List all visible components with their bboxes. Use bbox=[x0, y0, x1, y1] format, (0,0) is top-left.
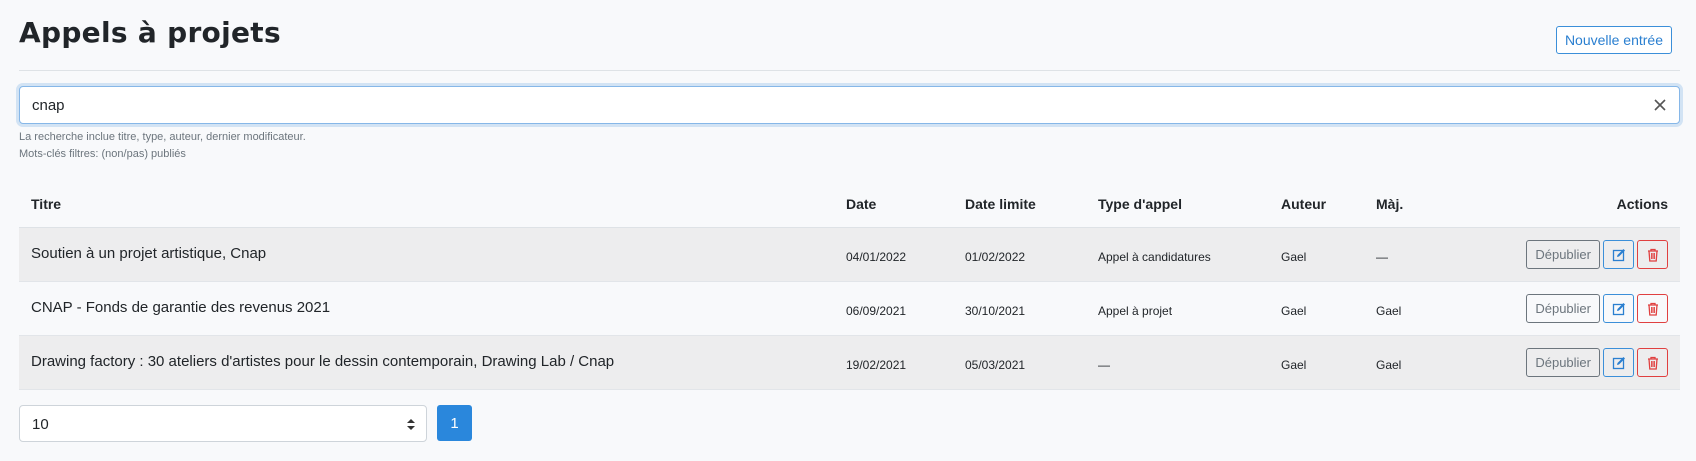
row-actions: Dépublier bbox=[1526, 240, 1668, 270]
new-entry-button[interactable]: Nouvelle entrée bbox=[1555, 26, 1672, 54]
column-deadline[interactable]: Date limite bbox=[965, 196, 1036, 212]
page-title: Appels à projets bbox=[19, 16, 281, 49]
column-title[interactable]: Titre bbox=[31, 196, 61, 212]
row-title: Soutien à un projet artistique, Cnap bbox=[31, 245, 267, 262]
filter-keywords-help: Mots-clés filtres: (non/pas) publiés bbox=[19, 148, 186, 160]
table-row: Drawing factory : 30 ateliers d'artistes… bbox=[19, 336, 1680, 390]
row-author: Gael bbox=[1281, 357, 1307, 372]
row-deadline: 05/03/2021 bbox=[965, 357, 1026, 372]
unpublish-button[interactable]: Dépublier bbox=[1526, 240, 1600, 269]
table-row: CNAP - Fonds de garantie des revenus 202… bbox=[19, 282, 1680, 336]
column-maj[interactable]: Màj. bbox=[1376, 196, 1403, 212]
row-type: Appel à projet bbox=[1098, 303, 1173, 318]
delete-button[interactable] bbox=[1637, 348, 1668, 377]
per-page-value: 10 bbox=[32, 416, 49, 433]
row-deadline: 01/02/2022 bbox=[965, 249, 1026, 264]
select-arrows-icon bbox=[407, 419, 415, 430]
row-type: Appel à candidatures bbox=[1098, 249, 1211, 264]
trash-icon bbox=[1647, 356, 1658, 370]
search-box bbox=[19, 86, 1680, 124]
unpublish-button[interactable]: Dépublier bbox=[1526, 348, 1600, 377]
row-author: Gael bbox=[1281, 249, 1307, 264]
column-author[interactable]: Auteur bbox=[1281, 196, 1326, 212]
search-input[interactable] bbox=[20, 87, 1679, 123]
calls-table: Titre Date Date limite Type d'appel Aute… bbox=[19, 182, 1680, 390]
row-deadline: 30/10/2021 bbox=[965, 303, 1026, 318]
unpublish-button[interactable]: Dépublier bbox=[1526, 294, 1600, 323]
row-maj: — bbox=[1376, 249, 1388, 264]
row-date: 19/02/2021 bbox=[846, 357, 907, 372]
trash-icon bbox=[1647, 248, 1658, 262]
edit-button[interactable] bbox=[1603, 294, 1634, 323]
delete-button[interactable] bbox=[1637, 294, 1668, 323]
page-header: Appels à projets Nouvelle entrée bbox=[19, 0, 1680, 71]
edit-icon bbox=[1612, 302, 1625, 315]
column-actions: Actions bbox=[1616, 196, 1668, 212]
per-page-select[interactable]: 10 bbox=[19, 405, 427, 442]
row-actions: Dépublier bbox=[1526, 348, 1668, 378]
close-icon[interactable] bbox=[1651, 96, 1669, 114]
column-date[interactable]: Date bbox=[846, 196, 876, 212]
edit-button[interactable] bbox=[1603, 240, 1634, 269]
row-date: 06/09/2021 bbox=[846, 303, 907, 318]
row-maj: Gael bbox=[1376, 357, 1402, 372]
page-button-current[interactable]: 1 bbox=[437, 405, 472, 441]
column-type[interactable]: Type d'appel bbox=[1098, 196, 1182, 212]
edit-icon bbox=[1612, 356, 1625, 369]
row-title: CNAP - Fonds de garantie des revenus 202… bbox=[31, 299, 331, 316]
row-title: Drawing factory : 30 ateliers d'artistes… bbox=[31, 353, 615, 370]
table-row: Soutien à un projet artistique, Cnap 04/… bbox=[19, 228, 1680, 282]
trash-icon bbox=[1647, 302, 1658, 316]
delete-button[interactable] bbox=[1637, 240, 1668, 269]
search-help: La recherche inclue titre, type, auteur,… bbox=[19, 131, 306, 143]
edit-icon bbox=[1612, 248, 1625, 261]
edit-button[interactable] bbox=[1603, 348, 1634, 377]
row-maj: Gael bbox=[1376, 303, 1402, 318]
row-type: — bbox=[1098, 357, 1110, 372]
row-author: Gael bbox=[1281, 303, 1307, 318]
table-header: Titre Date Date limite Type d'appel Aute… bbox=[19, 182, 1680, 228]
row-actions: Dépublier bbox=[1526, 294, 1668, 324]
row-date: 04/01/2022 bbox=[846, 249, 907, 264]
